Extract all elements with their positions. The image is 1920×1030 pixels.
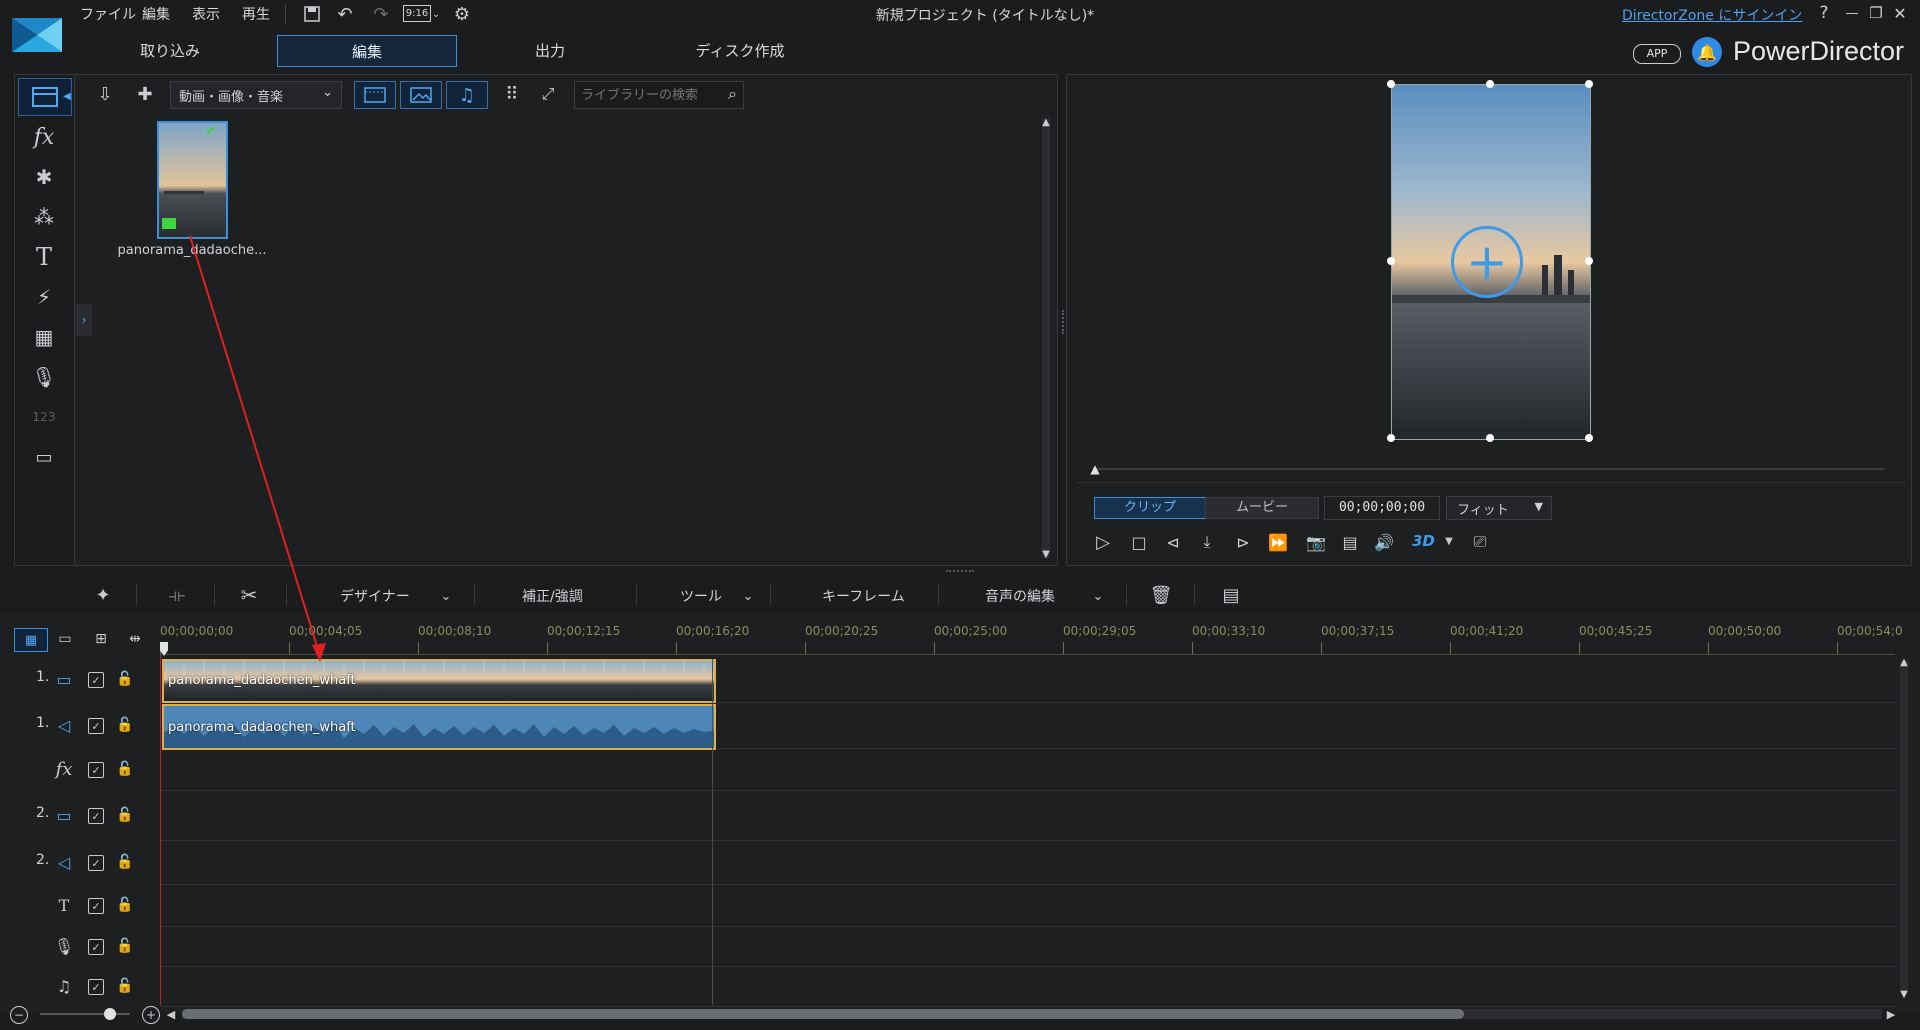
zoom-slider-knob[interactable] (104, 1008, 116, 1020)
scroll-left-icon[interactable]: ◀ (164, 1006, 178, 1022)
drag-arrow (189, 235, 326, 662)
horizontal-scroll-thumb[interactable] (182, 1009, 1464, 1019)
scroll-down-icon[interactable]: ▼ (1897, 988, 1911, 1000)
zoom-out-icon[interactable]: − (10, 1006, 28, 1024)
timeline-vertical-scrollbar[interactable] (1900, 660, 1908, 990)
zoom-slider-track[interactable] (40, 1013, 130, 1015)
scroll-right-icon[interactable]: ▶ (1884, 1006, 1898, 1022)
scroll-up-icon[interactable]: ▲ (1897, 656, 1911, 668)
zoom-in-icon[interactable]: + (142, 1006, 160, 1024)
